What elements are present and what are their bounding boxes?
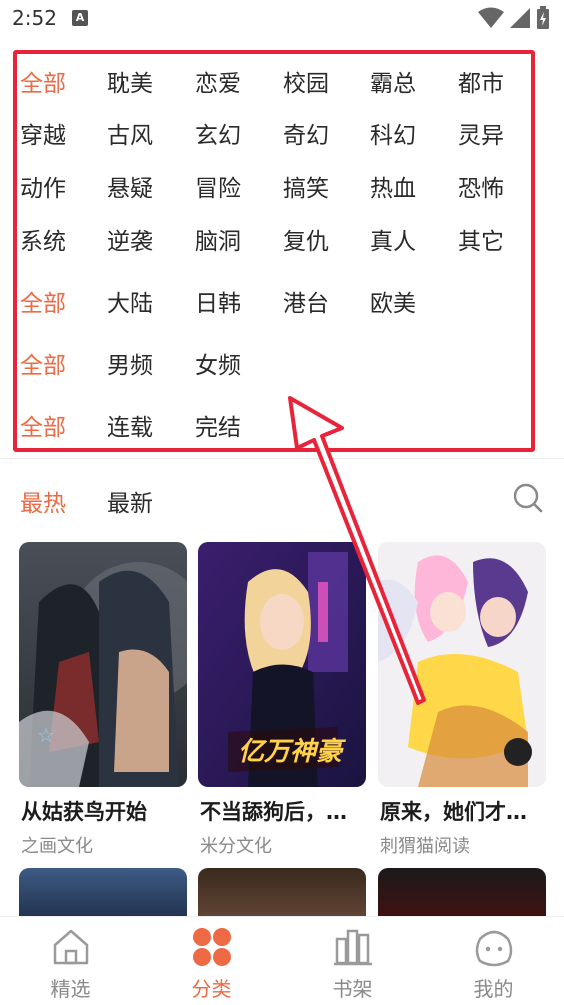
filter-status-item[interactable]: 完结 xyxy=(195,408,241,442)
wifi-icon xyxy=(478,7,504,28)
comic-title[interactable]: 不当舔狗后，… xyxy=(200,796,368,826)
signal-icon xyxy=(510,8,530,28)
comic-publisher: 米分文化 xyxy=(200,836,272,857)
comic-cover-image[interactable]: ☆ xyxy=(19,542,187,787)
filter-region-item[interactable]: 日韩 xyxy=(195,284,241,318)
filter-genre-item[interactable]: 恋爱 xyxy=(195,64,241,98)
filter-status-all[interactable]: 全部 xyxy=(20,408,66,442)
filter-genre-item[interactable]: 其它 xyxy=(458,222,504,256)
filter-audience-item[interactable]: 男频 xyxy=(107,346,153,380)
nav-label: 分类 xyxy=(191,977,232,1001)
nav-tab-bookshelf[interactable]: 书架 xyxy=(282,917,423,1005)
divider xyxy=(0,458,564,459)
filter-genre-item[interactable]: 搞笑 xyxy=(283,169,329,203)
category-icon xyxy=(192,928,231,966)
filter-genre-item[interactable]: 冒险 xyxy=(195,169,241,203)
filter-genre-item[interactable]: 热血 xyxy=(370,169,416,203)
filter-genre-item[interactable]: 霸总 xyxy=(370,64,416,98)
comic-cover-image[interactable]: 亿万神豪 xyxy=(198,542,366,787)
comic-title[interactable]: 从姑获鸟开始 xyxy=(21,796,189,826)
bookshelf-icon xyxy=(333,929,372,966)
nav-tab-featured[interactable]: 精选 xyxy=(0,917,141,1005)
comic-cover-image[interactable] xyxy=(378,542,546,787)
filter-genre-item[interactable]: 都市 xyxy=(458,64,504,98)
filter-genre-item[interactable]: 奇幻 xyxy=(283,116,329,150)
status-time: 2:52 xyxy=(12,6,57,30)
sort-tab-hot[interactable]: 最热 xyxy=(20,484,66,518)
sort-tab-new[interactable]: 最新 xyxy=(107,484,153,518)
filter-genre-item[interactable]: 古风 xyxy=(107,116,153,150)
bottom-nav: 精选 分类 书架 我的 xyxy=(0,916,564,1005)
filter-genre-item[interactable]: 恐怖 xyxy=(458,169,504,203)
filter-genre-item[interactable]: 灵异 xyxy=(458,116,504,150)
status-bar: 2:52 A xyxy=(0,0,564,38)
filter-genre-item[interactable]: 系统 xyxy=(20,222,66,256)
filter-region-all[interactable]: 全部 xyxy=(20,284,66,318)
filter-genre-item[interactable]: 校园 xyxy=(283,64,329,98)
filter-genre-item[interactable]: 真人 xyxy=(370,222,416,256)
battery-icon xyxy=(537,6,549,29)
notification-a-icon: A xyxy=(72,10,88,26)
filter-region-item[interactable]: 欧美 xyxy=(370,284,416,318)
filter-genre-all[interactable]: 全部 xyxy=(20,64,66,98)
comic-publisher: 刺猬猫阅读 xyxy=(380,836,470,857)
home-icon xyxy=(53,929,88,965)
nav-tab-category[interactable]: 分类 xyxy=(141,917,282,1005)
filter-genre-item[interactable]: 玄幻 xyxy=(195,116,241,150)
filter-genre-item[interactable]: 悬疑 xyxy=(107,169,153,203)
search-icon[interactable] xyxy=(512,482,544,514)
comic-card[interactable]: 亿万神豪 不当舔狗后，… 米分文化 xyxy=(198,542,366,857)
filter-genre-item[interactable]: 复仇 xyxy=(283,222,329,256)
svg-text:☆: ☆ xyxy=(37,723,55,747)
comic-card[interactable]: ☆ 从姑获鸟开始 之画文化 xyxy=(19,542,187,857)
filter-genre-item[interactable]: 逆袭 xyxy=(107,222,153,256)
filter-region-item[interactable]: 大陆 xyxy=(107,284,153,318)
filter-region-item[interactable]: 港台 xyxy=(283,284,329,318)
comic-title[interactable]: 原来，她们才… xyxy=(380,796,548,826)
comic-publisher: 之画文化 xyxy=(21,836,93,857)
filter-genre-item[interactable]: 耽美 xyxy=(107,64,153,98)
filter-audience-all[interactable]: 全部 xyxy=(20,346,66,380)
filter-audience-item[interactable]: 女频 xyxy=(195,346,241,380)
category-filter-panel: 全部 耽美 恋爱 校园 霸总 都市 穿越 古风 玄幻 奇幻 科幻 灵异 动作 悬… xyxy=(0,48,564,458)
filter-status-item[interactable]: 连载 xyxy=(107,408,153,442)
nav-label: 我的 xyxy=(473,977,514,1001)
nav-label: 书架 xyxy=(332,977,373,1001)
filter-genre-item[interactable]: 动作 xyxy=(20,169,66,203)
comic-card[interactable]: 原来，她们才… 刺猬猫阅读 xyxy=(378,542,546,857)
filter-genre-item[interactable]: 脑洞 xyxy=(195,222,241,256)
status-icons xyxy=(478,6,550,30)
svg-text:亿万神豪: 亿万神豪 xyxy=(238,737,347,767)
filter-genre-item[interactable]: 科幻 xyxy=(370,116,416,150)
filter-genre-item[interactable]: 穿越 xyxy=(20,116,66,150)
nav-label: 精选 xyxy=(50,977,91,1001)
nav-tab-profile[interactable]: 我的 xyxy=(423,917,564,1005)
profile-face-icon xyxy=(475,930,512,967)
